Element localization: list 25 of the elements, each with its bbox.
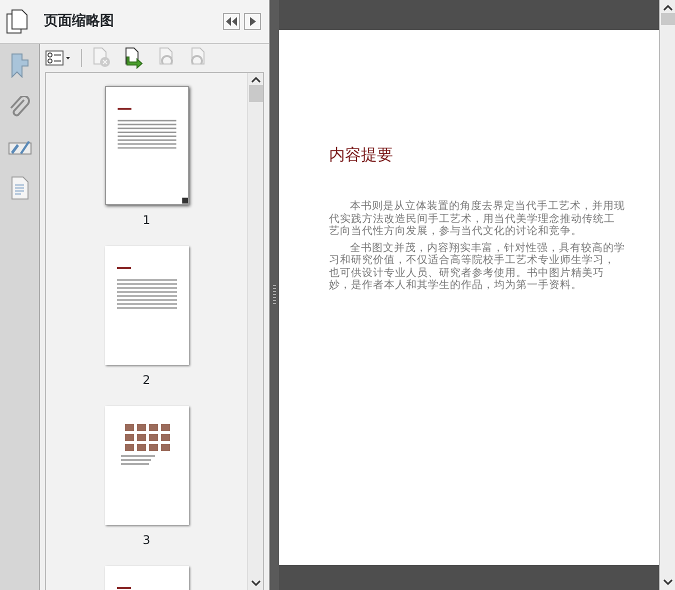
- page-thumbnail[interactable]: [104, 246, 188, 365]
- right-arrow-icon: [250, 17, 256, 26]
- page-number: 1: [142, 212, 150, 229]
- paragraph: 本书则是从立体装置的角度去界定当代手工艺术，并用现代实践方法改造民间手工艺术，用当代美学理念推动传统工艺向当代性方向发展，参与当代文化的讨论和竞争。: [329, 200, 625, 238]
- document-icon[interactable]: [10, 176, 28, 200]
- scrollbar-thumb[interactable]: [660, 13, 674, 25]
- double-left-arrow-icon: [226, 17, 237, 26]
- list-caret-icon: [45, 50, 71, 66]
- scroll-down-icon[interactable]: [250, 580, 260, 587]
- page-number: 2: [142, 372, 150, 389]
- scrollbar-thumb[interactable]: [248, 85, 262, 102]
- page-thumbnail[interactable]: [104, 406, 188, 525]
- paragraph: 全书图文并茂，内容翔实丰富，针对性强，具有较高的学习和研究价值，不仅适合高等院校手工艺术专业师生学习，也可供设计专业人员、研究者参考使用。书中图片精美巧妙，是作者本人和其学生的作品，均为第一手资料。: [329, 242, 625, 292]
- panel-title: 页面缩略图: [44, 12, 115, 31]
- options-menu-button[interactable]: [45, 50, 71, 66]
- page-thumbnail[interactable]: [104, 86, 188, 205]
- bookmark-icon[interactable]: [10, 52, 30, 78]
- scroll-down-icon[interactable]: [662, 579, 672, 586]
- document-heading: 内容提要: [329, 145, 394, 164]
- pages-icon: [6, 8, 28, 34]
- scroll-up-icon[interactable]: [662, 4, 672, 11]
- page-number: 3: [142, 532, 150, 549]
- collapse-button[interactable]: [223, 13, 240, 30]
- options-button[interactable]: [244, 13, 261, 30]
- scroll-up-icon[interactable]: [250, 76, 260, 83]
